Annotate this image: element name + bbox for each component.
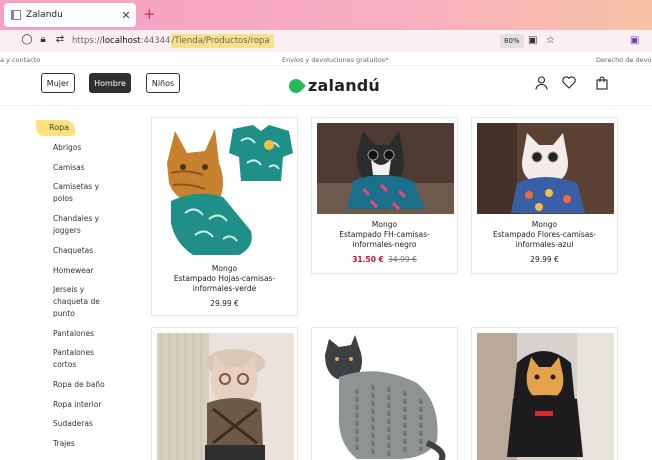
product-info: Mongo Estampado Flores-camisas-informale… — [472, 220, 617, 265]
site-logo[interactable]: zalandú — [286, 75, 381, 96]
category-item[interactable]: Abrigos — [53, 142, 81, 154]
browser-toolbar: ◯ 🔒︎ ⇄ https://localhost:44344/Tienda/Pr… — [0, 30, 652, 52]
product-card[interactable] — [311, 327, 458, 460]
product-info: Mongo Estampado FH-camisas-informales-ne… — [312, 220, 457, 265]
lock-icon[interactable]: 🔒︎ — [36, 34, 50, 45]
category-item[interactable]: Sudaderas — [53, 418, 93, 430]
logo-text: zalandú — [308, 76, 381, 95]
gender-button-hombre[interactable]: Hombre — [89, 73, 131, 93]
url-scheme: https:// — [72, 36, 103, 46]
product-card[interactable]: Mongo Estampado FH-camisas-informales-ne… — [311, 117, 458, 274]
gender-button-mujer[interactable]: Mujer — [41, 73, 75, 93]
product-image[interactable] — [317, 123, 454, 214]
browser-tab[interactable]: Zalandu ✕ — [4, 3, 136, 27]
tab-favicon-icon — [11, 10, 21, 20]
site-header: Mujer Hombre Niños zalandú — [0, 66, 652, 106]
product-image[interactable] — [477, 333, 614, 460]
product-price: 31.50 € 34.99 € — [312, 255, 457, 265]
product-card[interactable]: Mongo Estampado Hojas-camisas-informales… — [151, 117, 298, 316]
product-sale-price: 31.50 € — [352, 255, 384, 264]
category-item[interactable]: Ropa de baño — [53, 379, 105, 391]
url-path: /Tienda/Productos/ropa — [170, 34, 274, 48]
logo-mark-icon — [286, 75, 306, 96]
permissions-icon[interactable]: ⇄ — [53, 34, 67, 45]
user-account-icon[interactable] — [535, 76, 548, 95]
product-brand: Mongo — [531, 220, 558, 229]
extensions-icon[interactable]: ▣ — [630, 34, 639, 48]
address-bar[interactable]: https://localhost:44344/Tienda/Productos… — [72, 33, 274, 49]
category-item[interactable]: Homewear — [53, 265, 94, 277]
product-info: Mongo Estampado Hojas-camisas-informales… — [152, 264, 297, 309]
help-contact-link[interactable]: a y contacto — [0, 56, 40, 64]
close-tab-icon[interactable]: ✕ — [119, 9, 133, 22]
tab-title: Zalandu — [26, 10, 63, 20]
product-price: 29.99 € — [530, 255, 559, 264]
gender-button-ninos[interactable]: Niños — [146, 73, 180, 93]
category-item[interactable]: Chandales y joggers — [53, 213, 103, 237]
shopping-bag-icon[interactable] — [596, 76, 608, 95]
product-card[interactable] — [151, 327, 298, 460]
product-image[interactable] — [157, 333, 294, 460]
category-item[interactable]: Camisetas y polos — [53, 181, 103, 205]
category-item[interactable]: Jerseis y chaqueta de punto — [53, 284, 103, 320]
bookmark-star-icon[interactable]: ☆ — [546, 34, 555, 48]
product-brand: Mongo — [211, 264, 238, 273]
product-card[interactable] — [471, 327, 618, 460]
product-price: 29.99 € — [210, 299, 239, 308]
reader-view-icon[interactable]: ▣ — [528, 34, 537, 48]
product-name[interactable]: Estampado Hojas-camisas-informales-verde — [152, 274, 297, 294]
category-item[interactable]: Pantalones cortos — [53, 347, 103, 371]
category-item[interactable]: Camisas — [53, 162, 85, 174]
product-card[interactable]: Mongo Estampado Flores-camisas-informale… — [471, 117, 618, 274]
new-tab-button[interactable]: + — [143, 5, 156, 23]
category-item[interactable]: Ropa interior — [53, 399, 101, 411]
category-item[interactable]: Pantalones — [53, 328, 94, 340]
url-port: :44344 — [140, 36, 171, 46]
zoom-level-badge[interactable]: 80% — [500, 34, 524, 48]
product-image[interactable] — [477, 123, 614, 214]
category-item[interactable]: Trajes — [53, 438, 75, 450]
product-image[interactable] — [317, 333, 454, 460]
product-brand: Mongo — [371, 220, 398, 229]
category-item[interactable]: Chaquetas — [53, 245, 93, 257]
shield-icon[interactable]: ◯ — [20, 34, 34, 45]
browser-tab-strip: Zalandu ✕ + — [0, 0, 652, 30]
product-name[interactable]: Estampado Flores-camisas-informales-azul — [472, 230, 617, 250]
url-host: localhost — [102, 36, 141, 46]
product-old-price: 34.99 € — [388, 255, 417, 264]
category-sidebar: Ropa Abrigos Camisas Camisetas y polos C… — [0, 106, 150, 460]
product-image[interactable] — [157, 123, 294, 259]
product-name[interactable]: Estampado FH-camisas-informales-negro — [312, 230, 457, 250]
wishlist-heart-icon[interactable] — [562, 76, 576, 94]
free-shipping-text: Envíos y devoluciones gratuitos* — [282, 56, 389, 64]
return-right-link[interactable]: Derecho de devolu — [596, 56, 652, 64]
sidebar-title[interactable]: Ropa — [36, 120, 76, 136]
promo-bar: a y contacto Envíos y devoluciones gratu… — [0, 53, 652, 66]
